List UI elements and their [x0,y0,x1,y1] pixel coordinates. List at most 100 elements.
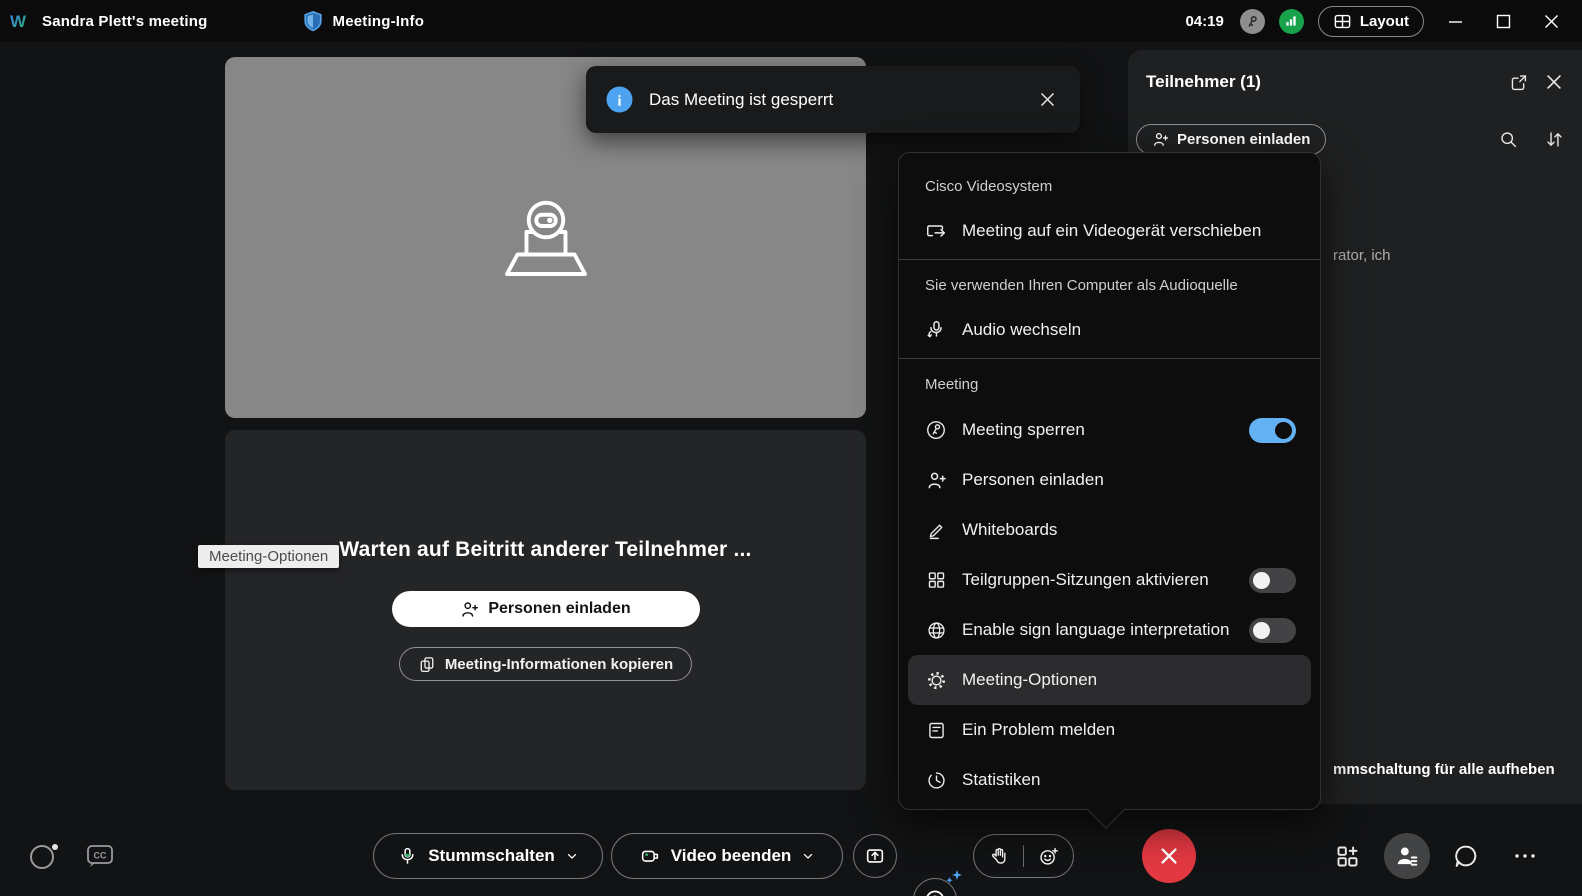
menu-section-meeting: Meeting [899,363,1320,405]
person-add-icon [925,470,947,491]
breakout-sessions-toggle[interactable] [1249,568,1296,593]
layout-button[interactable]: Layout [1318,6,1424,37]
webex-logo-icon: W [10,11,34,31]
menu-divider [899,259,1320,260]
mute-label: Stummschalten [428,846,555,866]
menu-item-label: Personen einladen [962,470,1104,490]
menu-item-meeting-options[interactable]: Meeting-Optionen [908,655,1311,705]
copy-icon [418,655,436,673]
menu-item-whiteboards[interactable]: Whiteboards [899,505,1320,555]
video-device-icon [925,220,947,242]
menu-item-breakout-sessions[interactable]: Teilgruppen-Sitzungen aktivieren [899,555,1320,605]
person-add-icon [460,600,479,619]
more-options-menu: Cisco Videosystem Meeting auf ein Videog… [898,152,1321,810]
breakout-sessions-icon [925,570,947,591]
leave-meeting-button[interactable] [1142,829,1196,883]
copy-meeting-info-label: Meeting-Informationen kopieren [445,656,673,673]
menu-item-report-problem[interactable]: Ein Problem melden [899,705,1320,755]
title-bar: W Sandra Plett's meeting Meeting-Info 04… [0,0,1582,42]
record-button[interactable] [913,878,957,896]
close-window-button[interactable] [1534,4,1568,38]
menu-item-label: Teilgruppen-Sitzungen aktivieren [962,570,1209,590]
copy-meeting-info-button[interactable]: Meeting-Informationen kopieren [399,647,692,681]
meeting-info-label: Meeting-Info [333,13,425,30]
layout-label: Layout [1360,13,1409,30]
panel-invite-label: Personen einladen [1177,131,1310,148]
svg-text:W: W [10,12,27,31]
menu-item-move-to-video-device[interactable]: Meeting auf ein Videogerät verschieben [899,207,1320,255]
svg-text:CC: CC [94,851,107,861]
minimize-button[interactable] [1438,4,1472,38]
share-screen-button[interactable] [853,834,897,878]
closed-captions-icon[interactable]: CC [85,842,115,870]
ai-sparkles-icon [943,868,965,890]
lock-meeting-toggle[interactable] [1249,418,1296,443]
participants-panel-title: Teilnehmer (1) [1146,72,1496,92]
toast-message: Das Meeting ist gesperrt [649,90,1034,110]
layout-grid-icon [1333,12,1352,31]
assistant-icon[interactable] [27,840,60,873]
video-tile-self: Warten auf Beitritt anderer Teilnehmer .… [225,430,866,790]
menu-item-label: Meeting-Optionen [962,670,1097,690]
menu-item-statistics[interactable]: Statistiken [899,755,1320,805]
gear-icon [925,670,947,691]
video-chevron-icon[interactable] [801,849,815,863]
invite-people-label: Personen einladen [488,600,630,618]
apps-button[interactable] [1334,843,1361,870]
webcam-placeholder-icon [498,196,594,280]
meeting-title: Sandra Plett's meeting [42,13,208,30]
menu-item-label: Statistiken [962,770,1040,790]
sign-language-toggle[interactable] [1249,618,1296,643]
unmute-all-button[interactable]: mmschaltung für alle aufheben [1333,761,1555,778]
panel-invite-button[interactable]: Personen einladen [1136,124,1326,155]
menu-item-label: Meeting auf ein Videogerät verschieben [962,221,1261,241]
reactions-group [973,834,1074,878]
search-participants-icon[interactable] [1494,126,1522,154]
maximize-button[interactable] [1486,4,1520,38]
chat-button[interactable] [1452,842,1480,870]
microphone-icon [397,846,418,867]
statistics-icon [925,770,947,791]
meeting-timer: 04:19 [1185,13,1223,30]
stop-video-button[interactable]: Video beenden [611,833,843,879]
menu-item-sign-language[interactable]: Enable sign language interpretation [899,605,1320,655]
popout-panel-icon[interactable] [1504,68,1532,96]
person-add-icon [1152,131,1169,148]
meeting-options-tooltip: Meeting-Optionen [198,545,339,568]
network-quality-icon [1279,9,1304,34]
shield-icon [302,9,324,33]
menu-item-label: Meeting sperren [962,420,1085,440]
close-panel-icon[interactable] [1540,68,1568,96]
camera-icon [639,845,661,867]
menu-item-label: Whiteboards [962,520,1057,540]
globe-icon [925,620,947,641]
menu-section-audio: Sie verwenden Ihren Computer als Audioqu… [899,264,1320,306]
participant-role-text: rator, ich [1333,247,1391,264]
menu-item-switch-audio[interactable]: Audio wechseln [899,306,1320,354]
info-icon: i [606,86,633,113]
sort-participants-icon[interactable] [1540,126,1568,154]
menu-item-lock-meeting[interactable]: Meeting sperren [899,405,1320,455]
pencil-icon [925,520,947,541]
menu-item-invite-people[interactable]: Personen einladen [899,455,1320,505]
mute-button[interactable]: Stummschalten [373,833,603,879]
participants-button[interactable] [1384,833,1430,879]
lock-meeting-icon [925,419,947,441]
reactions-button[interactable] [1024,834,1073,878]
meeting-locked-toast: i Das Meeting ist gesperrt [586,66,1080,133]
svg-text:i: i [617,94,621,110]
meeting-info-button[interactable]: Meeting-Info [302,9,425,33]
stop-video-label: Video beenden [671,846,792,866]
more-panels-button[interactable] [1512,848,1538,864]
meeting-locked-indicator-icon [1240,9,1265,34]
menu-item-label: Enable sign language interpretation [962,620,1229,640]
raise-hand-button[interactable] [974,834,1023,878]
menu-item-label: Ein Problem melden [962,720,1115,740]
report-problem-icon [925,720,947,741]
invite-people-button[interactable]: Personen einladen [392,591,700,627]
switch-audio-icon [925,319,947,341]
mute-chevron-icon[interactable] [565,849,579,863]
toast-close-icon[interactable] [1034,87,1060,113]
menu-divider [899,358,1320,359]
menu-item-label: Audio wechseln [962,320,1081,340]
